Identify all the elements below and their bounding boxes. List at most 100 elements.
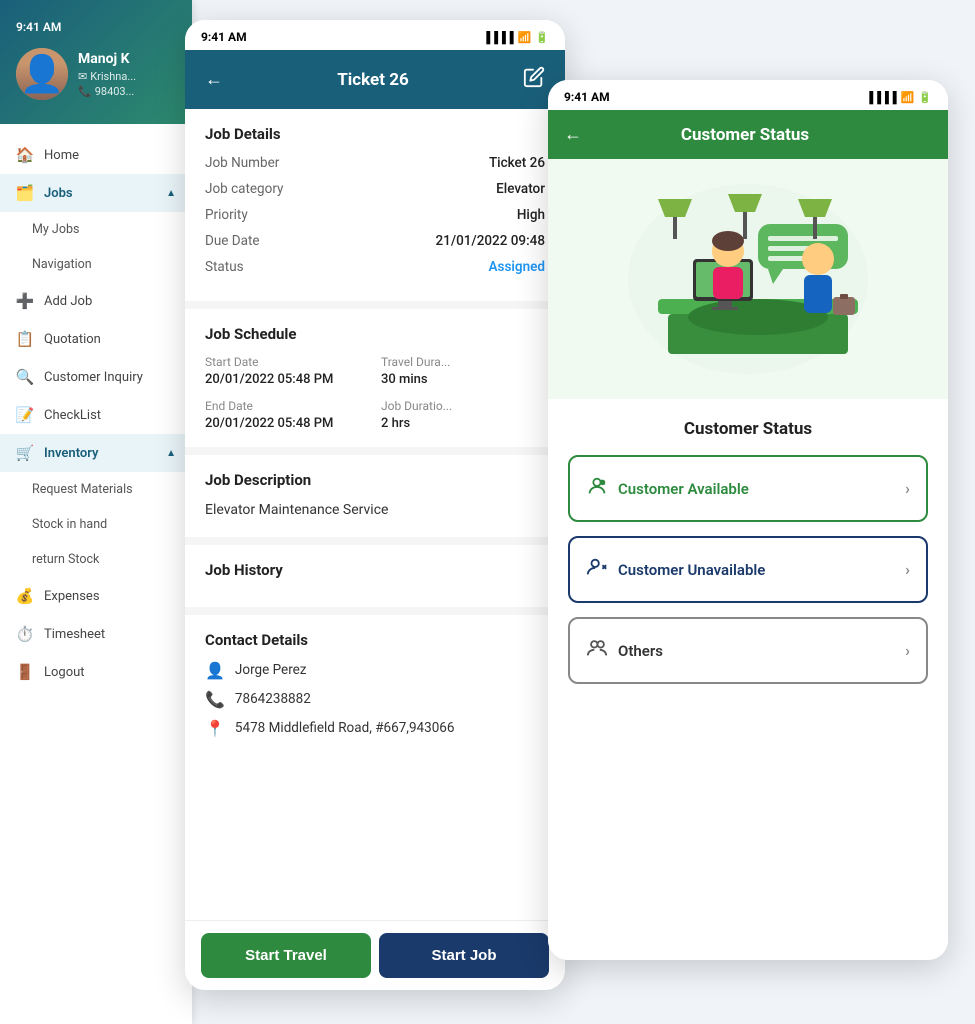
unavailable-chevron-icon: ›	[905, 560, 910, 579]
customer-header: ← Customer Status	[548, 110, 948, 159]
customer-back-button[interactable]: ←	[564, 124, 582, 145]
others-left: Others	[586, 637, 663, 664]
start-date-item: Start Date 20/01/2022 05:48 PM	[205, 355, 369, 387]
sidebar-item-label: Expenses	[44, 589, 100, 604]
reception-illustration	[618, 179, 878, 379]
sidebar-item-home[interactable]: 🏠 Home	[0, 136, 192, 174]
sidebar-item-label: Request Materials	[32, 482, 133, 497]
start-travel-button[interactable]: Start Travel	[201, 933, 371, 978]
priority-label: Priority	[205, 207, 248, 223]
sidebar-item-label: Timesheet	[44, 627, 105, 642]
sidebar-item-expenses[interactable]: 💰 Expenses	[0, 577, 192, 615]
travel-duration-label: Travel Dura...	[381, 355, 545, 369]
jobs-icon: 🗂️	[16, 184, 34, 202]
customer-status-section-title: Customer Status	[568, 419, 928, 439]
sidebar-item-logout[interactable]: 🚪 Logout	[0, 653, 192, 691]
inquiry-icon: 🔍	[16, 368, 34, 386]
sidebar-item-jobs[interactable]: 🗂️ Jobs ▲	[0, 174, 192, 212]
job-schedule-section: Job Schedule Start Date 20/01/2022 05:48…	[185, 309, 565, 455]
contact-name-row: 👤 Jorge Perez	[205, 661, 545, 680]
email-icon: ✉	[78, 70, 87, 83]
due-date-label: Due Date	[205, 233, 260, 249]
expenses-icon: 💰	[16, 587, 34, 605]
end-date-value: 20/01/2022 05:48 PM	[205, 416, 369, 431]
sidebar-item-label: Jobs	[44, 186, 73, 201]
job-duration-item: Job Duratio... 2 hrs	[381, 399, 545, 431]
contact-details-section: Contact Details 👤 Jorge Perez 📞 78642388…	[185, 615, 565, 764]
ticket-panel: 9:41 AM ▐▐▐▐ 📶 🔋 ← Ticket 26 Job Details…	[185, 20, 565, 990]
unavailable-left: Customer Unavailable	[586, 556, 765, 583]
contact-phone: 7864238882	[235, 691, 311, 707]
person-icon: 👤	[205, 661, 225, 680]
customer-others-option[interactable]: Others ›	[568, 617, 928, 684]
sidebar-item-label: CheckList	[44, 408, 101, 423]
start-date-label: Start Date	[205, 355, 369, 369]
sidebar: 9:41 AM Manoj K ✉ Krishna... 📞 98403... …	[0, 0, 192, 1024]
job-history-title: Job History	[205, 561, 545, 579]
customer-unavailable-option[interactable]: Customer Unavailable ›	[568, 536, 928, 603]
sidebar-item-customer-inquiry[interactable]: 🔍 Customer Inquiry	[0, 358, 192, 396]
job-details-title: Job Details	[205, 125, 545, 143]
job-category-value: Elevator	[496, 181, 545, 197]
sidebar-item-label: Logout	[44, 665, 85, 680]
available-left: Customer Available	[586, 475, 749, 502]
job-duration-label: Job Duratio...	[381, 399, 545, 413]
sidebar-item-request-materials[interactable]: Request Materials	[0, 472, 192, 507]
unavailable-icon	[586, 556, 608, 583]
others-icon	[586, 637, 608, 664]
user-info: Manoj K ✉ Krishna... 📞 98403...	[78, 51, 176, 98]
customer-status-panel: 9:41 AM ▐▐▐▐ 📶 🔋 ← Customer Status	[548, 80, 948, 960]
user-phone: 📞 98403...	[78, 85, 176, 98]
customer-time: 9:41 AM	[564, 90, 610, 104]
job-number-value: Ticket 26	[489, 155, 545, 171]
signal-bars-icon: ▐▐▐▐	[865, 91, 896, 104]
sidebar-item-add-job[interactable]: ➕ Add Job	[0, 282, 192, 320]
signal-icon: ▐▐▐▐	[482, 31, 513, 44]
sidebar-item-checklist[interactable]: 📝 CheckList	[0, 396, 192, 434]
job-history-section: Job History	[185, 545, 565, 615]
job-details-section: Job Details Job Number Ticket 26 Job cat…	[185, 109, 565, 309]
sidebar-item-inventory[interactable]: 🛒 Inventory ▲	[0, 434, 192, 472]
sidebar-item-label: return Stock	[32, 552, 99, 567]
customer-battery-icon: 🔋	[918, 91, 932, 104]
sidebar-item-stock-in-hand[interactable]: Stock in hand	[0, 507, 192, 542]
sidebar-item-label: Navigation	[32, 257, 92, 272]
job-category-row: Job category Elevator	[205, 181, 545, 197]
sidebar-item-return-stock[interactable]: return Stock	[0, 542, 192, 577]
ticket-time: 9:41 AM	[201, 30, 247, 44]
sidebar-item-label: Stock in hand	[32, 517, 107, 532]
start-date-value: 20/01/2022 05:48 PM	[205, 372, 369, 387]
sidebar-item-label: Customer Inquiry	[44, 370, 143, 385]
others-label: Others	[618, 642, 663, 660]
job-number-row: Job Number Ticket 26	[205, 155, 545, 171]
chevron-up-icon2: ▲	[166, 448, 176, 459]
ticket-edit-button[interactable]	[519, 62, 549, 97]
avatar	[16, 48, 68, 100]
user-email: ✉ Krishna...	[78, 70, 176, 83]
sidebar-item-quotation[interactable]: 📋 Quotation	[0, 320, 192, 358]
status-label: Status	[205, 259, 244, 275]
customer-illustration	[548, 159, 948, 399]
contact-name: Jorge Perez	[235, 662, 307, 678]
start-job-button[interactable]: Start Job	[379, 933, 549, 978]
ticket-back-button[interactable]: ←	[201, 65, 227, 94]
sidebar-item-timesheet[interactable]: ⏱️ Timesheet	[0, 615, 192, 653]
customer-status-bar: 9:41 AM ▐▐▐▐ 📶 🔋	[548, 80, 948, 110]
schedule-grid: Start Date 20/01/2022 05:48 PM Travel Du…	[205, 355, 545, 431]
ticket-body: Job Details Job Number Ticket 26 Job cat…	[185, 109, 565, 920]
end-date-item: End Date 20/01/2022 05:48 PM	[205, 399, 369, 431]
status-row: Status Assigned	[205, 259, 545, 275]
sidebar-item-navigation[interactable]: Navigation	[0, 247, 192, 282]
contact-phone-row: 📞 7864238882	[205, 690, 545, 709]
sidebar-item-my-jobs[interactable]: My Jobs	[0, 212, 192, 247]
job-duration-value: 2 hrs	[381, 416, 545, 431]
available-icon	[586, 475, 608, 502]
customer-available-option[interactable]: Customer Available ›	[568, 455, 928, 522]
logout-icon: 🚪	[16, 663, 34, 681]
contact-phone-icon: 📞	[205, 690, 225, 709]
add-job-icon: ➕	[16, 292, 34, 310]
others-chevron-icon: ›	[905, 641, 910, 660]
battery-icon: 🔋	[535, 31, 549, 44]
checklist-icon: 📝	[16, 406, 34, 424]
travel-duration-item: Travel Dura... 30 mins	[381, 355, 545, 387]
